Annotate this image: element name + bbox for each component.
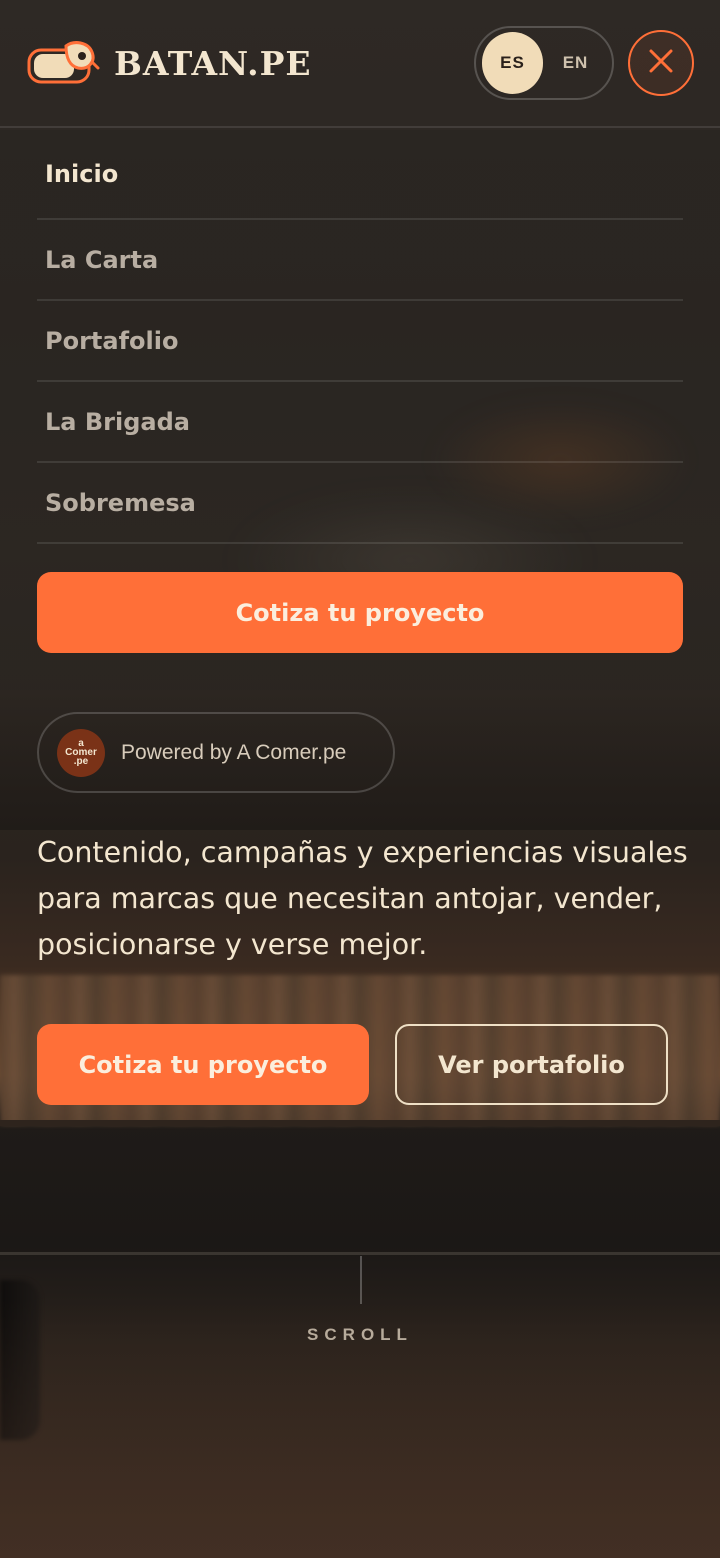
close-menu-button[interactable]: [628, 30, 694, 96]
powered-by-badge[interactable]: a Comer .pe Powered by A Comer.pe: [37, 712, 395, 793]
nav-item-inicio[interactable]: Inicio: [37, 130, 683, 220]
nav-item-la-carta[interactable]: La Carta: [37, 220, 683, 301]
language-en-button[interactable]: EN: [545, 32, 606, 94]
hero-description: Contenido, campañas y experiencias visua…: [37, 836, 688, 961]
header-actions: ES EN: [474, 26, 694, 100]
main-nav: Inicio La Carta Portafolio La Brigada So…: [37, 130, 683, 544]
batan-logo-icon: [26, 36, 100, 90]
scroll-label[interactable]: SCROLL: [0, 1325, 720, 1345]
site-header: BATAN.PE ES EN: [0, 0, 720, 128]
nav-item-la-brigada[interactable]: La Brigada: [37, 382, 683, 463]
brand-name: BATAN.PE: [114, 43, 312, 83]
nav-item-portafolio[interactable]: Portafolio: [37, 301, 683, 382]
brand-home-link[interactable]: BATAN.PE: [26, 36, 312, 90]
language-es-button[interactable]: ES: [482, 32, 543, 94]
scroll-indicator-line: [360, 1256, 362, 1304]
close-icon: [648, 48, 674, 78]
view-portfolio-button[interactable]: Ver portafolio: [395, 1024, 668, 1105]
acomer-logo-icon: a Comer .pe: [57, 728, 105, 777]
language-toggle: ES EN: [474, 26, 614, 100]
powered-by-label: Powered by A Comer.pe: [121, 740, 347, 764]
menu-quote-button[interactable]: Cotiza tu proyecto: [37, 572, 683, 653]
hero-quote-button[interactable]: Cotiza tu proyecto: [37, 1024, 369, 1105]
nav-item-sobremesa[interactable]: Sobremesa: [37, 463, 683, 544]
